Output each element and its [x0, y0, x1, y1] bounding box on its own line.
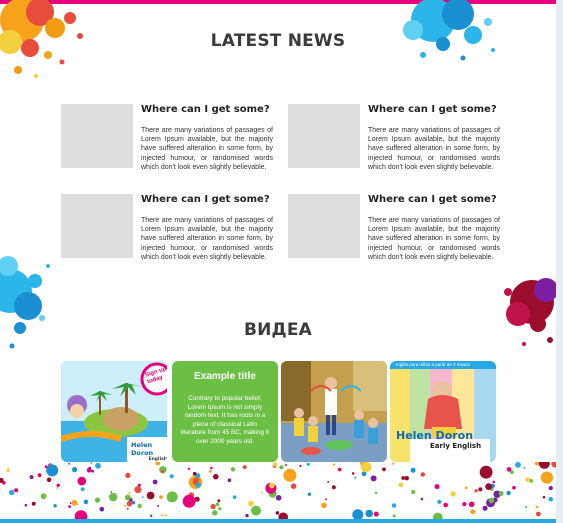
video-tile-poster[interactable]: Inglés para niños a partir de 3 meses He…	[390, 361, 496, 462]
video-tile-title: Example title	[194, 371, 256, 382]
news-thumbnail[interactable]	[61, 194, 133, 258]
news-title[interactable]: Where can I get some?	[368, 194, 497, 205]
classroom-photo	[281, 361, 387, 462]
news-card[interactable]: Where can I get some? There are many var…	[288, 194, 506, 264]
news-excerpt: There are many variations of passages of…	[368, 127, 500, 171]
news-card[interactable]: Where can I get some? There are many var…	[288, 104, 506, 174]
bottom-accent-bar	[0, 519, 556, 523]
video-section-title: ВИДЕА	[243, 320, 313, 340]
video-tile-caption: Inglés para niños a partir de 3 meses	[390, 361, 496, 369]
video-tile-description: Contrary to popular belief, Lorem Ipsum …	[180, 395, 270, 445]
video-tile-illustration[interactable]: Sign up today Helen Doron English	[61, 361, 167, 462]
news-title[interactable]: Where can I get some?	[141, 194, 270, 205]
news-title[interactable]: Where can I get some?	[141, 104, 270, 115]
news-thumbnail[interactable]	[288, 194, 360, 258]
video-tile-photo[interactable]	[281, 361, 387, 462]
news-title[interactable]: Where can I get some?	[368, 104, 497, 115]
news-excerpt: There are many variations of passages of…	[368, 217, 500, 261]
helen-doron-logo: Helen Doron English	[131, 441, 167, 462]
video-tile-text[interactable]: Example title Contrary to popular belief…	[172, 361, 278, 462]
confetti-footer	[0, 462, 556, 519]
news-card[interactable]: Where can I get some? There are many var…	[61, 194, 279, 264]
news-card[interactable]: Where can I get some? There are many var…	[61, 104, 279, 174]
news-thumbnail[interactable]	[288, 104, 360, 168]
page: LATEST NEWS Where can I get some? There …	[0, 0, 556, 523]
scrollbar[interactable]	[556, 0, 563, 523]
news-excerpt: There are many variations of passages of…	[141, 217, 273, 261]
news-thumbnail[interactable]	[61, 104, 133, 168]
helen-doron-logo: Helen Doron Early English	[396, 429, 482, 450]
news-section-title: LATEST NEWS	[210, 31, 346, 51]
news-excerpt: There are many variations of passages of…	[141, 127, 273, 171]
